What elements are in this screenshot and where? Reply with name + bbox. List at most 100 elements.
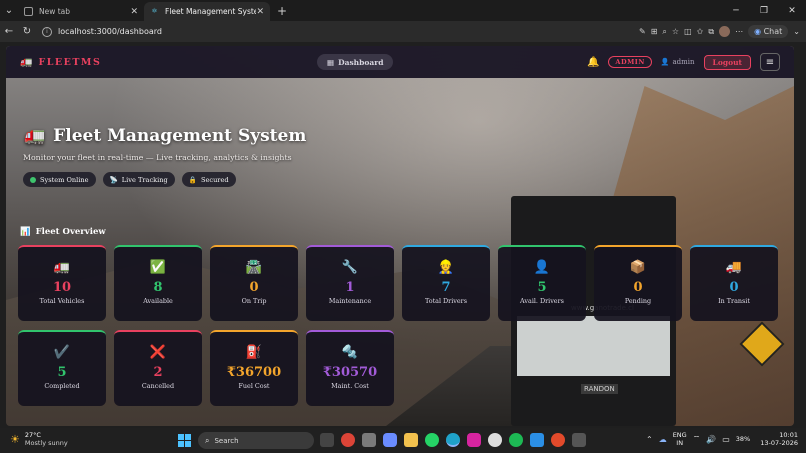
vscode-icon[interactable] — [530, 433, 544, 447]
spotify-icon[interactable] — [509, 433, 523, 447]
date: 13-07-2026 — [760, 439, 798, 447]
whatsapp-icon[interactable] — [425, 433, 439, 447]
tab-fleet-management[interactable]: ⚛ Fleet Management System ✕ — [144, 2, 270, 21]
tab-new-tab[interactable]: New tab ✕ — [18, 2, 144, 21]
logout-button[interactable]: Logout — [703, 54, 751, 70]
favorites-icon[interactable]: ✩ — [697, 27, 704, 36]
window-close-icon[interactable]: ✕ — [778, 6, 806, 16]
chart-icon: 📊 — [20, 227, 31, 237]
stat-label: Maintenance — [328, 297, 372, 305]
dashboard-nav-button[interactable]: ▦ Dashboard — [317, 54, 394, 70]
volume-icon[interactable]: 🔊 — [706, 435, 716, 444]
terminal-icon[interactable] — [572, 433, 586, 447]
stat-label: Total Drivers — [424, 297, 468, 305]
onedrive-icon[interactable]: ☁ — [659, 435, 667, 444]
back-icon[interactable]: ← — [0, 26, 18, 37]
split-screen-icon[interactable]: ◫ — [684, 27, 692, 36]
tab-label: Fleet Management System — [165, 7, 257, 16]
store-icon[interactable] — [362, 433, 376, 447]
maintenance-card[interactable]: 🔧 1 Maintenance — [306, 245, 394, 321]
wifi-icon[interactable]: ⌔ — [693, 434, 701, 444]
url-field[interactable]: i localhost:3000/dashboard — [42, 26, 162, 37]
search-placeholder: Search — [214, 436, 239, 445]
stat-label: Maint. Cost — [331, 382, 369, 390]
new-tab-button[interactable]: + — [274, 4, 290, 18]
app-install-icon[interactable]: ⊞ — [651, 27, 658, 36]
page-title-text: Fleet Management System — [53, 126, 307, 146]
sun-icon: ☀ — [10, 432, 20, 446]
on-trip-card[interactable]: 🛣️ 0 On Trip — [210, 245, 298, 321]
clock[interactable]: 10:01 13-07-2026 — [760, 431, 798, 447]
task-view-icon[interactable] — [320, 433, 334, 447]
total-drivers-icon: 👷 — [437, 260, 455, 275]
cancelled-card[interactable]: ❌ 2 Cancelled — [114, 330, 202, 406]
maintenance-cost-card[interactable]: 🔩 ₹30570 Maint. Cost — [306, 330, 394, 406]
language-indicator[interactable]: ENG IN — [673, 431, 687, 447]
office-icon[interactable] — [551, 433, 565, 447]
fuel-cost-icon: ⛽ — [245, 345, 263, 360]
site-info-icon[interactable]: i — [42, 26, 52, 37]
battery-icon[interactable]: ▭ — [722, 435, 730, 444]
search-icon: ⌕ — [205, 435, 210, 445]
navbar-right: 🔔 ADMIN 👤 admin Logout ≡ — [587, 46, 780, 78]
satellite-icon: 📡 — [109, 175, 118, 184]
stat-value: 0 — [729, 280, 739, 295]
bell-icon[interactable]: 🔔 — [587, 57, 599, 68]
close-tab-icon[interactable]: ✕ — [130, 7, 138, 17]
chevron-up-icon[interactable]: ⌃ — [646, 435, 653, 444]
app-logo[interactable]: 🚛 FLEETMS — [20, 57, 101, 68]
fuel-cost-card[interactable]: ⛽ ₹36700 Fuel Cost — [210, 330, 298, 406]
stat-value: 0 — [249, 280, 259, 295]
stat-value: ₹30570 — [322, 365, 378, 380]
role-badge: ADMIN — [608, 56, 652, 68]
stat-label: Completed — [44, 382, 80, 390]
menu-icon[interactable]: ≡ — [760, 53, 780, 71]
zoom-icon[interactable]: ⌕ — [662, 27, 666, 37]
browser-toolbar-actions: ✎ ⊞ ⌕ ☆ ◫ ✩ ⧉ ⋯ ◉ Chat ⌄ — [639, 21, 800, 42]
dashboard-icon: ▦ — [327, 57, 335, 67]
user-icon: 👤 — [660, 58, 670, 66]
on-trip-icon: 🛣️ — [245, 260, 263, 275]
eyedropper-icon[interactable]: ✎ — [639, 27, 646, 36]
instagram-icon[interactable] — [467, 433, 481, 447]
maximize-icon[interactable]: ❐ — [750, 6, 778, 16]
stat-value: ₹36700 — [226, 365, 282, 380]
search-box[interactable]: ⌕ Search — [198, 432, 314, 449]
total-vehicles-card[interactable]: 🚛 10 Total Vehicles — [18, 245, 106, 321]
pending-card[interactable]: 📦 0 Pending — [594, 245, 682, 321]
close-tab-icon[interactable]: ✕ — [256, 7, 264, 17]
available-drivers-icon: 👤 — [533, 260, 551, 275]
completed-card[interactable]: ✔️ 5 Completed — [18, 330, 106, 406]
stat-label: On Trip — [241, 297, 267, 305]
in-transit-card[interactable]: 🚚 0 In Transit — [690, 245, 778, 321]
windows-logo-icon — [178, 434, 184, 440]
copilot-icon: ◉ — [754, 27, 762, 36]
section-title-text: Fleet Overview — [35, 227, 106, 237]
extensions-icon[interactable]: ⧉ — [708, 27, 714, 37]
refresh-icon[interactable]: ↻ — [18, 26, 36, 37]
chevron-down-icon[interactable]: ⌄ — [793, 27, 800, 36]
chrome-icon[interactable] — [341, 433, 355, 447]
more-icon[interactable]: ⋯ — [735, 27, 743, 36]
available-drivers-card[interactable]: 👤 5 Avail. Drivers — [498, 245, 586, 321]
total-drivers-card[interactable]: 👷 7 Total Drivers — [402, 245, 490, 321]
file-explorer-icon[interactable] — [404, 433, 418, 447]
copilot-app-icon[interactable] — [383, 433, 397, 447]
edge-icon[interactable] — [446, 433, 460, 447]
stat-value: 5 — [57, 365, 67, 380]
copilot-chat-button[interactable]: ◉ Chat — [748, 25, 789, 38]
start-button[interactable] — [178, 434, 191, 447]
chip-label: System Online — [40, 175, 89, 184]
chip-secured: 🔒 Secured — [181, 172, 236, 187]
weather-widget[interactable]: ☀ 27°C Mostly sunny — [10, 431, 68, 447]
stat-value: 2 — [153, 365, 163, 380]
available-card[interactable]: ✅ 8 Available — [114, 245, 202, 321]
tab-actions-icon[interactable]: ⌄ — [0, 0, 18, 21]
favorite-icon[interactable]: ☆ — [672, 27, 679, 36]
chatgpt-icon[interactable] — [488, 433, 502, 447]
minimize-icon[interactable]: ─ — [722, 6, 750, 16]
stat-value: 7 — [441, 280, 451, 295]
total-vehicles-icon: 🚛 — [53, 260, 71, 275]
profile-avatar[interactable] — [719, 26, 731, 37]
stat-value: 1 — [345, 280, 355, 295]
